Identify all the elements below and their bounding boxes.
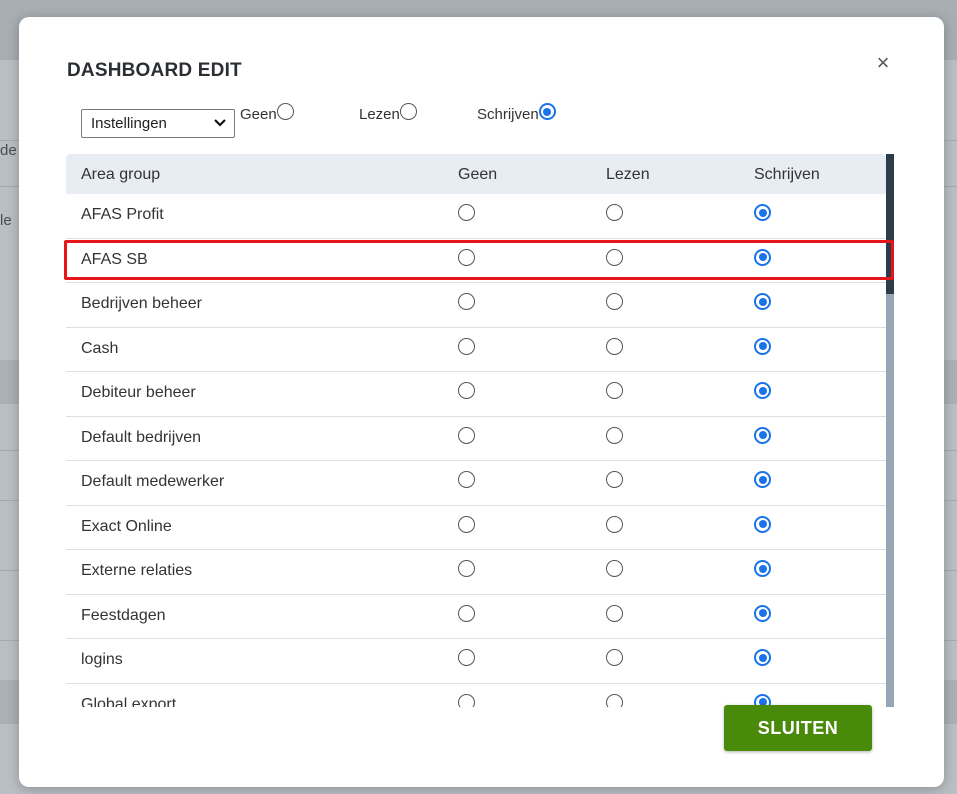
area-group-name: Cash: [81, 339, 119, 357]
area-group-name: Exact Online: [81, 517, 172, 535]
radio-schrijven[interactable]: [754, 248, 771, 266]
header-lezen: Lezen: [606, 166, 650, 183]
option-label-lezen: Lezen: [359, 106, 400, 123]
table-row: Debiteur beheer: [66, 372, 886, 417]
table-row: AFAS Profit: [66, 194, 886, 239]
sluiten-button[interactable]: SLUITEN: [724, 705, 872, 751]
area-group-name: Debiteur beheer: [81, 384, 196, 401]
option-label-schrijven: Schrijven: [477, 106, 539, 123]
table-row: Externe relaties: [66, 550, 886, 595]
scrollbar-thumb[interactable]: [886, 154, 894, 294]
area-group-name: Bedrijven beheer: [81, 295, 202, 312]
area-group-name: Global export: [81, 695, 177, 708]
radio-schrijven[interactable]: [754, 382, 771, 399]
radio-geen[interactable]: [458, 293, 475, 310]
radio-schrijven[interactable]: [754, 471, 771, 488]
set-all-lezen-option[interactable]: Lezen: [359, 103, 417, 123]
close-icon[interactable]: ×: [871, 51, 895, 75]
dialog-title: DASHBOARD EDIT: [67, 60, 242, 81]
radio-geen[interactable]: [458, 515, 475, 533]
background-text: le: [0, 212, 12, 229]
table-row: Default medewerker: [66, 461, 886, 506]
table-scrollbar[interactable]: [886, 154, 894, 707]
option-label-geen: Geen: [240, 106, 277, 123]
area-group-name: Externe relaties: [81, 562, 193, 579]
area-group-name: Default bedrijven: [81, 428, 202, 446]
radio-geen[interactable]: [458, 604, 475, 622]
table-row: Default bedrijven: [66, 417, 886, 461]
radio-lezen[interactable]: [606, 248, 623, 266]
header-schrijven: Schrijven: [754, 166, 820, 183]
set-all-schrijven-radio[interactable]: [538, 103, 556, 120]
radio-schrijven[interactable]: [754, 293, 771, 310]
dashboard-edit-dialog: DASHBOARD EDIT × Instellingen Geen Lezen…: [19, 17, 944, 787]
chevron-down-icon: [214, 119, 226, 127]
table-header: Area group Geen Lezen Schrijven: [66, 154, 886, 194]
table-row: Feestdagen: [66, 595, 886, 639]
table-row: Cash: [66, 328, 886, 372]
area-select[interactable]: Instellingen: [81, 109, 235, 138]
area-group-name: Feestdagen: [81, 606, 166, 624]
radio-lezen[interactable]: [606, 693, 623, 707]
set-all-geen-radio[interactable]: [276, 103, 294, 120]
radio-geen[interactable]: [458, 649, 475, 666]
header-area-group: Area group: [81, 166, 161, 183]
radio-geen[interactable]: [458, 248, 475, 266]
header-geen: Geen: [458, 166, 498, 183]
radio-lezen[interactable]: [606, 604, 623, 622]
radio-geen[interactable]: [458, 471, 475, 488]
radio-schrijven[interactable]: [754, 649, 771, 666]
radio-geen[interactable]: [458, 204, 475, 221]
table-row: Bedrijven beheer: [66, 283, 886, 328]
radio-geen[interactable]: [458, 426, 475, 444]
area-group-name: AFAS Profit: [81, 206, 164, 223]
table-row: AFAS SB: [66, 239, 886, 283]
table-row: Exact Online: [66, 506, 886, 550]
set-all-geen-option[interactable]: Geen: [240, 103, 294, 123]
permissions-table: Area group Geen Lezen Schrijven AFAS Pro…: [66, 154, 896, 707]
radio-lezen[interactable]: [606, 471, 623, 488]
table-row: Global export: [66, 684, 886, 708]
radio-schrijven[interactable]: [754, 337, 771, 355]
radio-lezen[interactable]: [606, 337, 623, 355]
background-text: de: [0, 142, 17, 159]
radio-schrijven[interactable]: [754, 426, 771, 444]
radio-schrijven[interactable]: [754, 560, 771, 577]
radio-geen[interactable]: [458, 337, 475, 355]
area-select-value: Instellingen: [91, 115, 167, 132]
set-all-schrijven-option[interactable]: Schrijven: [477, 103, 556, 123]
radio-lezen[interactable]: [606, 426, 623, 444]
set-all-lezen-radio[interactable]: [399, 103, 417, 120]
radio-schrijven[interactable]: [754, 515, 771, 533]
area-group-name: logins: [81, 651, 123, 668]
area-group-name: Default medewerker: [81, 473, 225, 490]
radio-lezen[interactable]: [606, 382, 623, 399]
radio-schrijven[interactable]: [754, 204, 771, 221]
radio-geen[interactable]: [458, 693, 475, 707]
area-group-name: AFAS SB: [81, 250, 148, 268]
radio-geen[interactable]: [458, 382, 475, 399]
radio-lezen[interactable]: [606, 204, 623, 221]
radio-lezen[interactable]: [606, 560, 623, 577]
radio-schrijven[interactable]: [754, 604, 771, 622]
radio-geen[interactable]: [458, 560, 475, 577]
table-row: logins: [66, 639, 886, 684]
radio-lezen[interactable]: [606, 515, 623, 533]
radio-lezen[interactable]: [606, 293, 623, 310]
radio-lezen[interactable]: [606, 649, 623, 666]
